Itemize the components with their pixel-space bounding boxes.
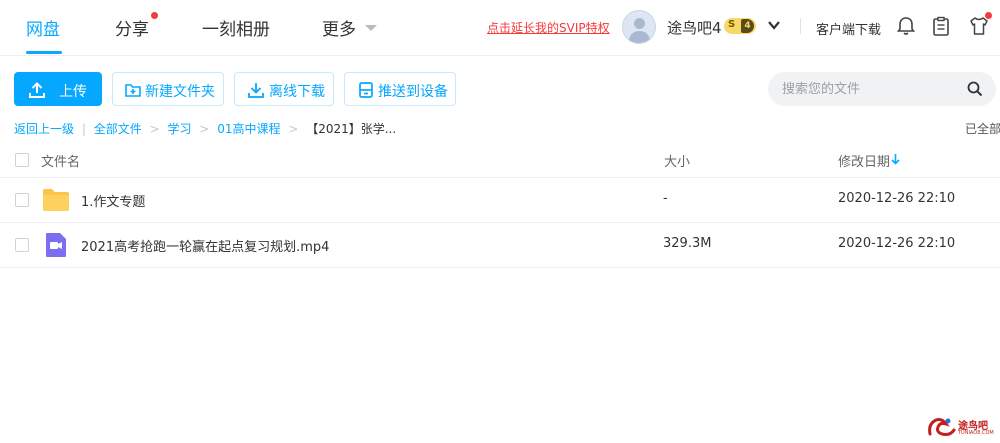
bell-icon[interactable] bbox=[895, 15, 917, 37]
breadcrumb-item-all-files[interactable]: 全部文件 bbox=[94, 120, 142, 137]
load-status: 已全部 bbox=[965, 122, 1000, 136]
search-icon[interactable] bbox=[966, 80, 984, 98]
divider bbox=[800, 18, 801, 34]
table-row[interactable]: 2021高考抢跑一轮赢在起点复习规划.mp4 329.3M 2020-12-26… bbox=[0, 223, 1000, 268]
search-box bbox=[768, 72, 996, 106]
client-download-link[interactable]: 客户端下载 bbox=[816, 19, 881, 38]
device-icon bbox=[359, 82, 373, 98]
file-name[interactable]: 1.作文专题 bbox=[81, 191, 145, 210]
nav-tab-netdisk[interactable]: 网盘 bbox=[26, 15, 60, 40]
svip-promo-link[interactable]: 点击延长我的SVIP特权 bbox=[487, 19, 610, 36]
file-date: 2020-12-26 22:10 bbox=[838, 191, 956, 206]
table-header: 文件名 大小 修改日期 bbox=[0, 142, 1000, 178]
row-checkbox[interactable] bbox=[15, 193, 29, 207]
column-header-date[interactable]: 修改日期 bbox=[838, 151, 890, 170]
video-file-icon bbox=[46, 233, 66, 257]
top-nav: 网盘 分享 一刻相册 更多 点击延长我的SVIP特权 途鸟吧4 S 4 客户端下… bbox=[0, 0, 1000, 56]
new-folder-button[interactable]: 新建文件夹 bbox=[112, 72, 224, 106]
chevron-down-icon[interactable] bbox=[365, 25, 377, 31]
table-row[interactable]: 1.作文专题 - 2020-12-26 22:10 bbox=[0, 178, 1000, 223]
file-date: 2020-12-26 22:10 bbox=[838, 236, 956, 251]
sort-desc-icon[interactable] bbox=[891, 153, 900, 165]
nav-tab-share[interactable]: 分享 bbox=[115, 15, 149, 40]
upload-button[interactable]: 上传 bbox=[14, 72, 102, 106]
breadcrumb-arrow: > bbox=[288, 122, 299, 136]
column-header-name[interactable]: 文件名 bbox=[41, 151, 80, 170]
user-menu-caret-icon[interactable] bbox=[767, 18, 781, 32]
new-folder-icon bbox=[125, 84, 141, 97]
offline-download-button[interactable]: 离线下载 bbox=[234, 72, 334, 106]
breadcrumb-item-highschool[interactable]: 01高中课程 bbox=[217, 120, 280, 137]
breadcrumb-arrow: > bbox=[149, 122, 160, 136]
watermark-subtext: TUNIAO8.COM bbox=[958, 430, 994, 436]
file-name[interactable]: 2021高考抢跑一轮赢在起点复习规划.mp4 bbox=[81, 236, 329, 255]
download-icon bbox=[248, 83, 264, 98]
search-input[interactable] bbox=[782, 72, 962, 106]
push-to-device-button[interactable]: 推送到设备 bbox=[344, 72, 456, 106]
notification-dot bbox=[985, 12, 992, 19]
back-link[interactable]: 返回上一级 bbox=[14, 120, 74, 137]
upload-icon bbox=[29, 82, 45, 98]
username[interactable]: 途鸟吧4 bbox=[667, 17, 722, 38]
breadcrumb: 返回上一级 | 全部文件 > 学习 > 01高中课程 > 【2021】张学... bbox=[14, 120, 396, 137]
select-all-checkbox[interactable] bbox=[15, 153, 29, 167]
clipboard-icon[interactable] bbox=[930, 15, 952, 37]
file-size: - bbox=[663, 191, 668, 206]
file-size: 329.3M bbox=[663, 236, 712, 251]
nav-tab-album[interactable]: 一刻相册 bbox=[202, 15, 270, 40]
breadcrumb-current: 【2021】张学... bbox=[306, 122, 397, 136]
breadcrumb-arrow: > bbox=[199, 122, 210, 136]
breadcrumb-divider: | bbox=[81, 122, 86, 136]
level-badge: S 4 bbox=[724, 18, 756, 34]
nav-active-underline bbox=[26, 51, 62, 54]
breadcrumb-item-study[interactable]: 学习 bbox=[167, 120, 191, 137]
avatar[interactable] bbox=[622, 10, 656, 44]
folder-icon bbox=[43, 189, 69, 211]
nav-tab-more[interactable]: 更多 bbox=[322, 15, 356, 40]
row-checkbox[interactable] bbox=[15, 238, 29, 252]
column-header-size[interactable]: 大小 bbox=[664, 151, 690, 170]
notification-dot bbox=[151, 12, 158, 19]
